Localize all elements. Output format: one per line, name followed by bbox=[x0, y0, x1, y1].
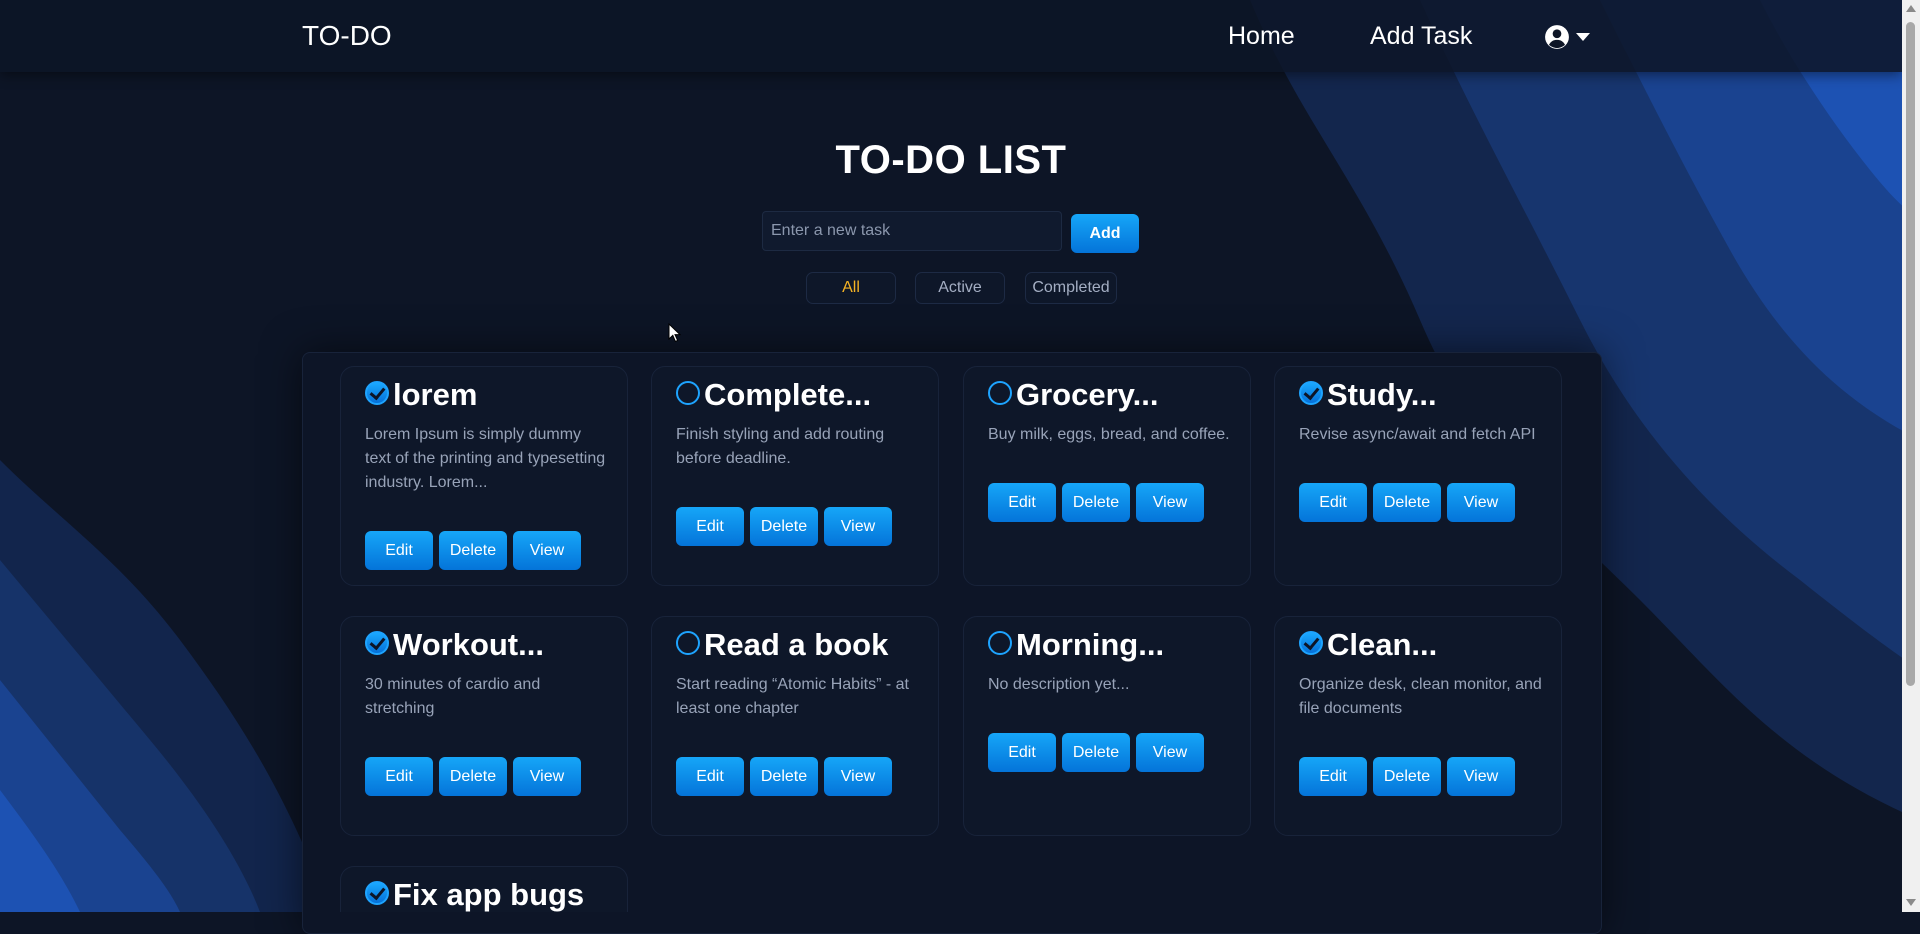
task-card: Clean... Organize desk, clean monitor, a… bbox=[1274, 616, 1562, 836]
view-button[interactable]: View bbox=[513, 757, 581, 796]
incomplete-checkbox-icon[interactable] bbox=[676, 381, 700, 405]
edit-button[interactable]: Edit bbox=[676, 507, 744, 546]
completed-checkbox-icon[interactable] bbox=[1299, 381, 1323, 405]
mouse-cursor-icon bbox=[668, 323, 682, 343]
task-card: lorem Lorem Ipsum is simply dummy text o… bbox=[340, 366, 628, 586]
completed-checkbox-icon[interactable] bbox=[365, 381, 389, 405]
task-card: Workout... 30 minutes of cardio and stre… bbox=[340, 616, 628, 836]
vertical-scrollbar[interactable] bbox=[1902, 0, 1920, 912]
delete-button[interactable]: Delete bbox=[1373, 483, 1441, 522]
task-card: Study... Revise async/await and fetch AP… bbox=[1274, 366, 1562, 586]
edit-button[interactable]: Edit bbox=[365, 757, 433, 796]
filter-active-tab[interactable]: Active bbox=[915, 272, 1005, 304]
incomplete-checkbox-icon[interactable] bbox=[988, 631, 1012, 655]
chevron-down-icon bbox=[1576, 33, 1590, 41]
view-button[interactable]: View bbox=[1447, 483, 1515, 522]
task-description: Buy milk, eggs, bread, and coffee. bbox=[988, 426, 1230, 443]
task-card: Morning... No description yet... Edit De… bbox=[963, 616, 1251, 836]
task-title: Read a book bbox=[704, 627, 889, 662]
brand-logo[interactable]: TO-DO bbox=[302, 20, 392, 52]
task-description: Start reading “Atomic Habits” - at least… bbox=[676, 676, 909, 717]
completed-checkbox-icon[interactable] bbox=[1299, 631, 1323, 655]
nav-add-task-link[interactable]: Add Task bbox=[1370, 22, 1472, 51]
filter-completed-tab[interactable]: Completed bbox=[1025, 272, 1117, 304]
view-button[interactable]: View bbox=[513, 531, 581, 570]
completed-checkbox-icon[interactable] bbox=[365, 881, 389, 905]
completed-checkbox-icon[interactable] bbox=[365, 631, 389, 655]
scrollbar-thumb[interactable] bbox=[1906, 22, 1915, 686]
task-description: Lorem Ipsum is simply dummy text of the … bbox=[365, 426, 606, 491]
task-title: Complete... bbox=[704, 377, 872, 412]
task-card: Read a book Start reading “Atomic Habits… bbox=[651, 616, 939, 836]
delete-button[interactable]: Delete bbox=[439, 531, 507, 570]
edit-button[interactable]: Edit bbox=[676, 757, 744, 796]
edit-button[interactable]: Edit bbox=[988, 733, 1056, 772]
scroll-down-arrow-icon[interactable] bbox=[1906, 899, 1916, 906]
task-title: Morning... bbox=[1016, 627, 1165, 662]
delete-button[interactable]: Delete bbox=[1062, 483, 1130, 522]
top-navbar: TO-DO Home Add Task bbox=[0, 0, 1902, 72]
filter-all-tab[interactable]: All bbox=[806, 272, 896, 304]
edit-button[interactable]: Edit bbox=[1299, 483, 1367, 522]
incomplete-checkbox-icon[interactable] bbox=[676, 631, 700, 655]
new-task-input[interactable] bbox=[762, 211, 1062, 251]
edit-button[interactable]: Edit bbox=[365, 531, 433, 570]
task-description: Organize desk, clean monitor, and file d… bbox=[1299, 676, 1542, 717]
delete-button[interactable]: Delete bbox=[750, 757, 818, 796]
add-task-button[interactable]: Add bbox=[1071, 214, 1139, 253]
edit-button[interactable]: Edit bbox=[1299, 757, 1367, 796]
view-button[interactable]: View bbox=[1447, 757, 1515, 796]
user-menu-dropdown[interactable] bbox=[1544, 24, 1590, 50]
incomplete-checkbox-icon[interactable] bbox=[988, 381, 1012, 405]
nav-home-link[interactable]: Home bbox=[1228, 22, 1295, 51]
delete-button[interactable]: Delete bbox=[1373, 757, 1441, 796]
task-card: Fix app bugs bbox=[340, 866, 628, 912]
view-button[interactable]: View bbox=[1136, 483, 1204, 522]
task-description: Revise async/await and fetch API bbox=[1299, 426, 1536, 443]
scroll-up-arrow-icon[interactable] bbox=[1906, 5, 1916, 12]
task-card: Complete... Finish styling and add routi… bbox=[651, 366, 939, 586]
task-title: Study... bbox=[1327, 377, 1437, 412]
task-title: Clean... bbox=[1327, 627, 1438, 662]
task-title: lorem bbox=[393, 377, 478, 412]
delete-button[interactable]: Delete bbox=[1062, 733, 1130, 772]
delete-button[interactable]: Delete bbox=[750, 507, 818, 546]
view-button[interactable]: View bbox=[1136, 733, 1204, 772]
task-card: Grocery... Buy milk, eggs, bread, and co… bbox=[963, 366, 1251, 586]
task-title: Fix app bugs bbox=[393, 877, 585, 912]
task-description: 30 minutes of cardio and stretching bbox=[365, 676, 541, 717]
task-title: Grocery... bbox=[1016, 377, 1159, 412]
view-button[interactable]: View bbox=[824, 507, 892, 546]
view-button[interactable]: View bbox=[824, 757, 892, 796]
page-title: TO-DO LIST bbox=[835, 138, 1067, 182]
delete-button[interactable]: Delete bbox=[439, 757, 507, 796]
edit-button[interactable]: Edit bbox=[988, 483, 1056, 522]
task-description: Finish styling and add routing before de… bbox=[676, 426, 885, 467]
task-description: No description yet... bbox=[988, 676, 1130, 693]
task-title: Workout... bbox=[393, 627, 544, 662]
user-circle-icon bbox=[1545, 25, 1569, 49]
